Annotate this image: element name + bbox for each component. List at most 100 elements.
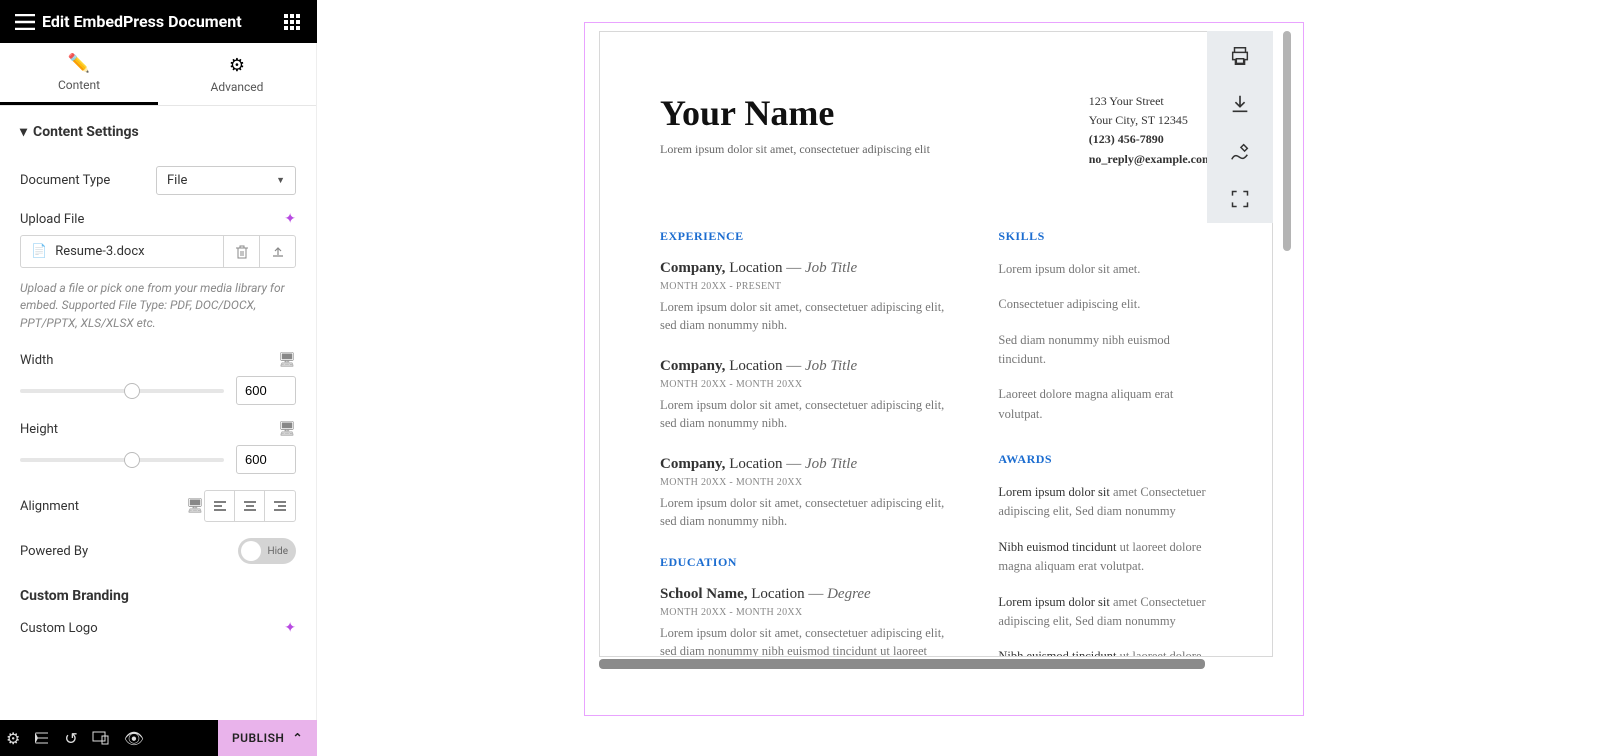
powered-by-toggle[interactable]: Hide — [238, 538, 296, 564]
document-icon: 📄 — [31, 244, 47, 259]
experience-heading: EXPERIENCE — [660, 229, 948, 244]
delete-file-button[interactable] — [223, 236, 259, 267]
download-button[interactable] — [1229, 93, 1251, 115]
editor-header: Edit EmbedPress Document — [0, 0, 317, 43]
education-heading: EDUCATION — [660, 555, 948, 570]
navigator-icon[interactable] — [34, 730, 50, 746]
height-input[interactable] — [236, 445, 296, 474]
width-control — [20, 376, 296, 405]
widget-frame[interactable]: Your Name Lorem ipsum dolor sit amet, co… — [584, 22, 1304, 716]
widget-grid-button[interactable] — [277, 14, 307, 30]
row-alignment: Alignment 🖥 — [20, 490, 296, 522]
experience-entry: Company, Location — Job Title MONTH 20XX… — [660, 358, 948, 432]
tab-advanced[interactable]: ⚙ Advanced — [158, 43, 316, 105]
chevron-up-icon: ⌃ — [292, 731, 303, 745]
file-name-text: Resume-3.docx — [55, 244, 144, 259]
toggle-state-label: Hide — [267, 546, 288, 557]
alignment-buttons — [204, 490, 296, 522]
publish-label: PUBLISH — [232, 731, 284, 745]
height-label: Height — [20, 422, 278, 437]
publish-button[interactable]: PUBLISH ⌃ — [218, 720, 317, 756]
align-right-button[interactable] — [265, 491, 295, 521]
main-menu-button[interactable] — [10, 14, 40, 30]
contact-city: Your City, ST 12345 — [1089, 111, 1212, 130]
document-viewer: Your Name Lorem ipsum dolor sit amet, co… — [599, 31, 1273, 657]
row-document-type: Document Type File — [20, 166, 296, 195]
settings-tabs: ✏️ Content ⚙ Advanced — [0, 43, 316, 106]
tab-content[interactable]: ✏️ Content — [0, 43, 158, 105]
resume-tagline: Lorem ipsum dolor sit amet, consectetuer… — [660, 142, 930, 157]
editor-footer: ⚙ ↺ 👁 PUBLISH ⌃ — [0, 720, 317, 756]
skill-item: Sed diam nonummy nibh euismod tincidunt. — [998, 331, 1212, 370]
settings-sidebar: ✏️ Content ⚙ Advanced ▾ Content Settings… — [0, 43, 317, 720]
pdf-toolbar — [1207, 31, 1273, 223]
powered-by-label: Powered By — [20, 544, 238, 559]
sparkle-icon[interactable]: ✦ — [284, 620, 296, 636]
award-item: Lorem ipsum dolor sit amet Consectetuer … — [998, 483, 1212, 522]
row-width: Width 🖥 — [20, 352, 296, 368]
panel-body: ▾ Content Settings Document Type File Up… — [0, 106, 316, 720]
document-type-select[interactable]: File — [156, 166, 296, 195]
print-button[interactable] — [1229, 45, 1251, 67]
custom-logo-label: Custom Logo — [20, 621, 284, 636]
award-item: Nibh euismod tincidunt ut laoreet dolore… — [998, 538, 1212, 577]
width-input[interactable] — [236, 376, 296, 405]
editor-title: Edit EmbedPress Document — [40, 12, 277, 31]
row-upload-file: Upload File ✦ — [20, 211, 296, 227]
tab-advanced-label: Advanced — [211, 80, 264, 94]
award-item: Lorem ipsum dolor sit amet Consectetuer … — [998, 593, 1212, 632]
row-powered-by: Powered By Hide — [20, 538, 296, 564]
width-slider[interactable] — [20, 389, 224, 393]
align-center-button[interactable] — [235, 491, 265, 521]
vertical-scrollbar[interactable] — [1283, 31, 1291, 251]
document-type-value: File — [167, 173, 187, 188]
sparkle-icon[interactable]: ✦ — [284, 211, 296, 227]
resume-contact: 123 Your Street Your City, ST 12345 (123… — [1089, 92, 1212, 169]
pencil-icon: ✏️ — [68, 53, 90, 74]
tab-content-label: Content — [58, 78, 100, 92]
desktop-icon[interactable]: 🖥 — [186, 498, 204, 514]
fullscreen-button[interactable] — [1230, 189, 1250, 209]
experience-entry: Company, Location — Job Title MONTH 20XX… — [660, 260, 948, 334]
caret-down-icon: ▾ — [20, 124, 27, 140]
upload-help-text: Upload a file or pick one from your medi… — [20, 280, 296, 332]
award-item: Nibh euismod tincidunt ut laoreet dolore… — [998, 647, 1212, 657]
alignment-label: Alignment — [20, 499, 178, 514]
contact-phone: (123) 456-7890 — [1089, 130, 1212, 149]
skill-item: Lorem ipsum dolor sit amet. — [998, 260, 1212, 279]
upload-file-label: Upload File — [20, 212, 284, 227]
desktop-icon[interactable]: 🖥 — [278, 421, 296, 437]
file-name-display: 📄 Resume-3.docx — [21, 236, 223, 267]
section-title: Content Settings — [33, 124, 139, 140]
skill-item: Laoreet dolore magna aliquam erat volutp… — [998, 385, 1212, 424]
custom-branding-header: Custom Branding — [20, 588, 296, 604]
resume-name: Your Name — [660, 92, 930, 134]
section-content-settings[interactable]: ▾ Content Settings — [20, 106, 296, 150]
row-custom-logo: Custom Logo ✦ — [20, 620, 296, 636]
awards-heading: AWARDS — [998, 452, 1212, 467]
education-entry: School Name, Location — Degree MONTH 20X… — [660, 586, 948, 658]
history-icon[interactable]: ↺ — [64, 729, 77, 748]
height-slider[interactable] — [20, 458, 224, 462]
skill-item: Consectetuer adipiscing elit. — [998, 295, 1212, 314]
gear-icon: ⚙ — [229, 55, 245, 76]
skills-heading: SKILLS — [998, 229, 1212, 244]
desktop-icon[interactable]: 🖥 — [278, 352, 296, 368]
uploaded-file: 📄 Resume-3.docx — [20, 235, 296, 268]
resume-document: Your Name Lorem ipsum dolor sit amet, co… — [600, 32, 1272, 657]
upload-file-button[interactable] — [259, 236, 295, 267]
draw-button[interactable] — [1229, 141, 1251, 163]
responsive-icon[interactable] — [92, 731, 110, 745]
editor-canvas[interactable]: Your Name Lorem ipsum dolor sit amet, co… — [317, 0, 1600, 756]
preview-icon[interactable]: 👁 — [124, 729, 144, 748]
horizontal-scrollbar[interactable] — [599, 659, 1205, 669]
contact-email: no_reply@example.com — [1089, 150, 1212, 169]
align-left-button[interactable] — [205, 491, 235, 521]
document-type-label: Document Type — [20, 173, 156, 188]
contact-street: 123 Your Street — [1089, 92, 1212, 111]
settings-icon[interactable]: ⚙ — [6, 729, 20, 748]
width-label: Width — [20, 353, 278, 368]
footer-icons: ⚙ ↺ 👁 — [0, 720, 218, 756]
height-control — [20, 445, 296, 474]
row-height: Height 🖥 — [20, 421, 296, 437]
